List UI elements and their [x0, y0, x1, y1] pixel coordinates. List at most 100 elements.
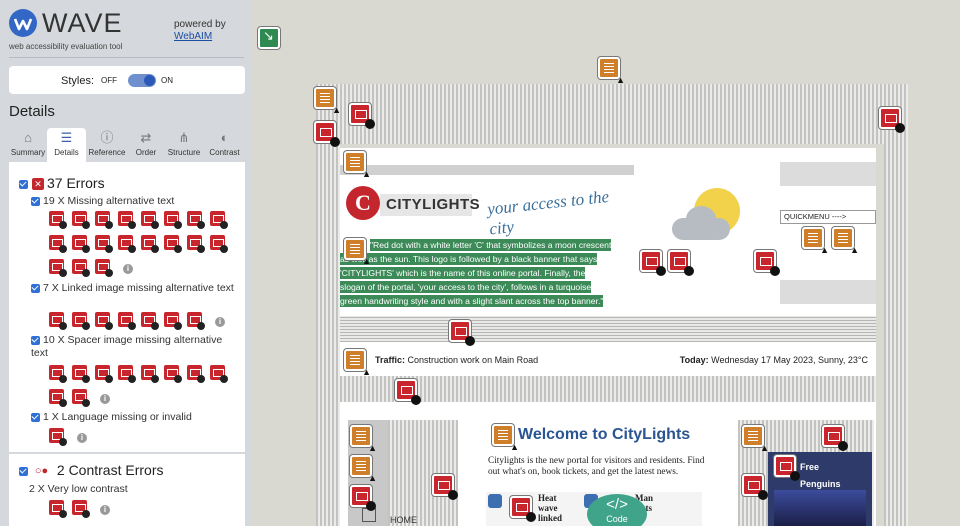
info-icon[interactable]: i — [100, 394, 110, 404]
error-instance-icon[interactable] — [141, 235, 159, 253]
errors-title: 37 Errors — [47, 175, 105, 191]
error-instance-icon[interactable] — [72, 211, 90, 229]
missing-alt-group: 19 X Missing alternative text — [31, 195, 231, 208]
error-instance-icon[interactable] — [72, 365, 90, 383]
error-instance-icon[interactable] — [141, 211, 159, 229]
error-instance-icon[interactable] — [72, 235, 90, 253]
error-instance-icon[interactable] — [49, 312, 67, 330]
wave-error-icon[interactable] — [668, 250, 694, 276]
error-instance-icon[interactable] — [210, 235, 228, 253]
error-instance-icon[interactable] — [187, 235, 205, 253]
wave-skip-link-icon[interactable] — [258, 27, 280, 49]
wave-alert-icon[interactable] — [344, 238, 371, 266]
error-icon: ✕ — [32, 178, 44, 191]
tab-summary[interactable]: ⌂ Summary — [9, 128, 47, 162]
language-checkbox[interactable] — [31, 412, 40, 422]
error-instance-icon[interactable] — [164, 211, 182, 229]
error-instance-icon[interactable] — [164, 235, 182, 253]
error-instance-icon[interactable] — [187, 312, 205, 330]
wave-heading-icon[interactable] — [492, 424, 519, 452]
wave-error-icon[interactable] — [350, 485, 376, 511]
traffic-text: Construction work on Main Road — [407, 355, 539, 365]
error-instance-icon[interactable] — [72, 259, 90, 277]
nav-home[interactable]: HOME — [390, 515, 417, 525]
wave-error-icon[interactable] — [879, 107, 905, 133]
wave-error-icon[interactable] — [349, 103, 375, 129]
error-instance-icon[interactable] — [210, 365, 228, 383]
spacer-image-checkbox[interactable] — [31, 335, 40, 345]
error-instance-icon[interactable] — [49, 365, 67, 383]
tab-structure[interactable]: ⋔ Structure — [164, 128, 204, 162]
info-icon[interactable]: i — [123, 264, 133, 274]
low-contrast-icons: i — [49, 500, 239, 518]
wave-error-icon[interactable] — [510, 496, 536, 522]
wave-error-icon[interactable] — [774, 455, 800, 481]
info-icon[interactable]: i — [77, 433, 87, 443]
wave-alert-icon[interactable] — [314, 87, 341, 115]
wave-error-icon[interactable] — [640, 250, 666, 276]
wave-alert-icon[interactable] — [344, 349, 371, 377]
webaim-link[interactable]: WebAIM — [174, 31, 212, 42]
error-instance-icon[interactable] — [141, 365, 159, 383]
wave-error-icon[interactable] — [432, 474, 458, 500]
cloud-base — [672, 218, 730, 240]
wave-error-icon[interactable] — [754, 250, 780, 276]
error-instance-icon[interactable] — [72, 389, 90, 407]
error-instance-icon[interactable] — [49, 500, 67, 518]
error-instance-icon[interactable] — [95, 259, 113, 277]
wave-alert-icon[interactable] — [350, 425, 377, 453]
error-instance-icon[interactable] — [118, 235, 136, 253]
tab-reference[interactable]: ⓘ Reference — [86, 128, 128, 162]
error-instance-icon[interactable] — [49, 428, 67, 446]
wave-error-icon[interactable] — [822, 425, 848, 451]
wave-alert-icon[interactable] — [742, 425, 769, 453]
error-instance-icon[interactable] — [49, 389, 67, 407]
error-instance-icon[interactable] — [141, 312, 159, 330]
error-instance-icon[interactable] — [187, 365, 205, 383]
missing-alt-checkbox[interactable] — [31, 196, 40, 206]
wave-error-icon[interactable] — [314, 121, 340, 147]
news-item-1[interactable]: Heat wave linked — [538, 493, 574, 523]
error-instance-icon[interactable] — [95, 235, 113, 253]
error-instance-icon[interactable] — [95, 365, 113, 383]
error-instance-icon[interactable] — [95, 211, 113, 229]
language-group: 1 X Language missing or invalid — [31, 411, 237, 424]
errors-checkbox[interactable] — [19, 179, 28, 189]
error-instance-icon[interactable] — [164, 365, 182, 383]
today-info: Today: Wednesday 17 May 2023, Sunny, 23°… — [680, 355, 868, 365]
error-instance-icon[interactable] — [72, 500, 90, 518]
error-instance-icon[interactable] — [118, 312, 136, 330]
styles-toggle[interactable] — [128, 74, 156, 87]
wave-alert-icon[interactable] — [832, 227, 859, 255]
code-button-label: Code — [606, 514, 628, 524]
tab-details[interactable]: ☰ Details — [47, 128, 86, 162]
error-instance-icon[interactable] — [95, 312, 113, 330]
wave-alert-icon[interactable] — [350, 455, 377, 483]
error-instance-icon[interactable] — [49, 235, 67, 253]
contrast-checkbox[interactable] — [19, 466, 28, 476]
error-instance-icon[interactable] — [49, 211, 67, 229]
error-instance-icon[interactable] — [118, 365, 136, 383]
wave-error-icon[interactable] — [449, 320, 475, 346]
info-icon[interactable]: i — [100, 505, 110, 515]
wave-error-icon[interactable] — [742, 474, 768, 500]
wave-alert-icon[interactable] — [802, 227, 829, 255]
info-icon[interactable]: i — [215, 317, 225, 327]
linked-image-checkbox[interactable] — [31, 283, 40, 293]
wave-tagline: web accessibility evaluation tool — [9, 42, 123, 51]
tab-contrast[interactable]: ◐ Contrast — [204, 128, 245, 162]
error-instance-icon[interactable] — [187, 211, 205, 229]
wave-error-icon[interactable] — [395, 379, 421, 405]
quickmenu-select[interactable]: QUICKMENU ----> — [780, 210, 876, 224]
error-instance-icon[interactable] — [118, 211, 136, 229]
error-instance-icon[interactable] — [49, 259, 67, 277]
free-penguins-label[interactable]: Free Penguins — [800, 459, 841, 493]
wave-alert-icon[interactable] — [598, 57, 625, 85]
error-instance-icon[interactable] — [210, 211, 228, 229]
citylights-logo[interactable]: C CITYLIGHTS your access to the city — [340, 180, 634, 239]
error-instance-icon[interactable] — [164, 312, 182, 330]
wave-alert-icon[interactable] — [344, 151, 371, 179]
error-instance-icon[interactable] — [72, 312, 90, 330]
code-button[interactable]: </> Code — [587, 494, 647, 526]
tab-order[interactable]: ⇄ Order — [128, 128, 164, 162]
